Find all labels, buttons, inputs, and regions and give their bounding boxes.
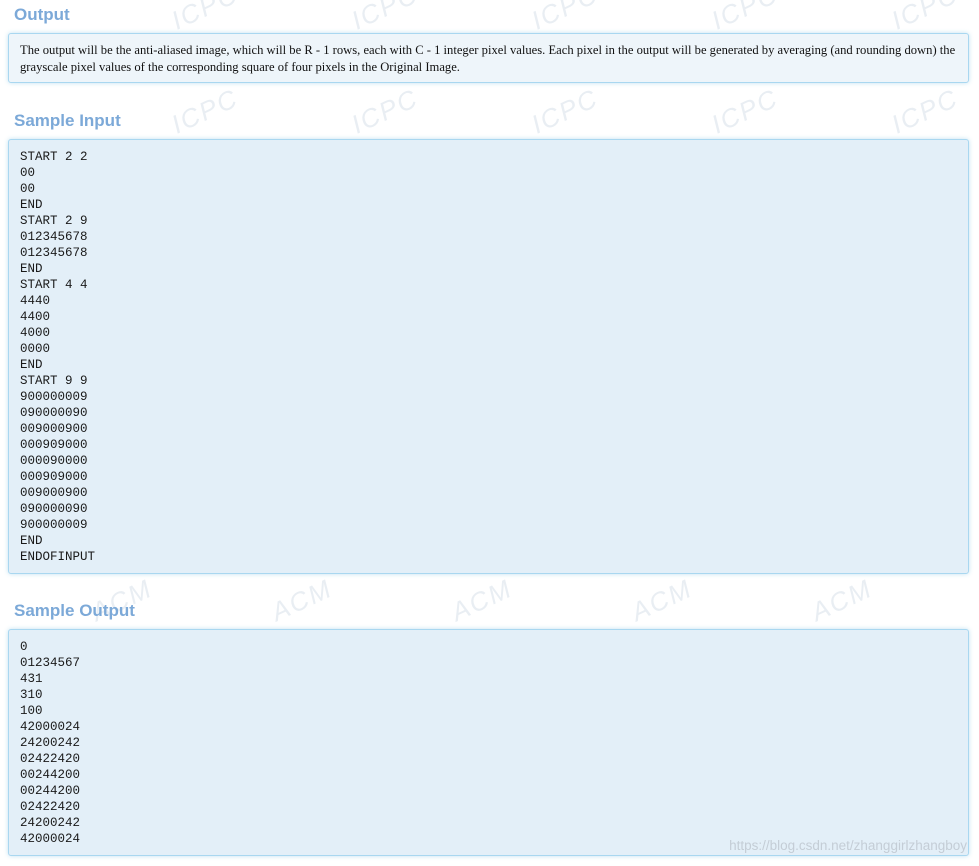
code-line: END	[20, 198, 43, 212]
output-description-panel: The output will be the anti-aliased imag…	[8, 33, 969, 83]
code-line: START 9 9	[20, 374, 88, 388]
code-line: 009000900	[20, 486, 88, 500]
code-line: 000909000	[20, 470, 88, 484]
sample-input-heading: Sample Input	[14, 111, 121, 130]
source-credit: https://blog.csdn.net/zhanggirlzhangboy	[729, 838, 967, 853]
code-line: 01234567	[20, 656, 81, 670]
code-line: 24200242	[20, 816, 81, 830]
watermark-text: ICPC	[526, 0, 603, 36]
watermark-text: ACM	[806, 572, 877, 628]
code-line: 000909000	[20, 438, 88, 452]
watermark-text: ACM	[626, 572, 697, 628]
code-line: 900000009	[20, 518, 88, 532]
code-line: 090000090	[20, 502, 88, 516]
code-line: 100	[20, 704, 43, 718]
code-line: START 2 9	[20, 214, 88, 228]
code-line: 431	[20, 672, 43, 686]
code-line: 00244200	[20, 784, 81, 798]
watermark-text: ICPC	[346, 0, 423, 36]
code-line: 00	[20, 182, 36, 196]
sample-input-panel: START 2 2 00 00 END START 2 9 012345678 012345…	[8, 139, 969, 574]
watermark-text: ICPC	[526, 82, 603, 140]
watermark-text: ICPC	[886, 0, 963, 36]
code-line: ENDOFINPUT	[20, 550, 96, 564]
code-line: 4440	[20, 294, 51, 308]
code-line: 0000	[20, 342, 51, 356]
watermark-text: ICPC	[706, 82, 783, 140]
watermark-text: ICPC	[346, 82, 423, 140]
code-line: END	[20, 534, 43, 548]
watermark-text: ICPC	[166, 0, 243, 36]
code-line: START 4 4	[20, 278, 88, 292]
watermark-text: ICPC	[886, 82, 963, 140]
sample-output-panel: 0 01234567 431 310 100 42000024 24200242 024224…	[8, 629, 969, 856]
output-description: The output will be the anti-aliased imag…	[20, 43, 956, 74]
code-line: 012345678	[20, 230, 88, 244]
code-line: START 2 2	[20, 150, 88, 164]
code-line: 012345678	[20, 246, 88, 260]
code-line: 00	[20, 166, 36, 180]
sample-output-heading: Sample Output	[14, 601, 135, 620]
code-line: 02422420	[20, 800, 81, 814]
code-line: 00244200	[20, 768, 81, 782]
watermark-text: ICPC	[166, 82, 243, 140]
watermark-text: ACM	[266, 572, 337, 628]
code-line: 009000900	[20, 422, 88, 436]
code-line: 4400	[20, 310, 51, 324]
output-heading: Output	[14, 5, 70, 24]
code-line: 02422420	[20, 752, 81, 766]
code-line: 090000090	[20, 406, 88, 420]
watermark-text: ICPC	[706, 0, 783, 36]
sample-input-code: START 2 2 00 00 END START 2 9 012345678 012345…	[20, 149, 957, 565]
code-line: 900000009	[20, 390, 88, 404]
sample-output-code: 0 01234567 431 310 100 42000024 24200242 024224…	[20, 639, 957, 847]
watermark-text: ACM	[446, 572, 517, 628]
code-line: 000090000	[20, 454, 88, 468]
code-line: END	[20, 358, 43, 372]
code-line: END	[20, 262, 43, 276]
code-line: 310	[20, 688, 43, 702]
code-line: 4000	[20, 326, 51, 340]
code-line: 0	[20, 640, 28, 654]
code-line: 24200242	[20, 736, 81, 750]
code-line: 42000024	[20, 720, 81, 734]
